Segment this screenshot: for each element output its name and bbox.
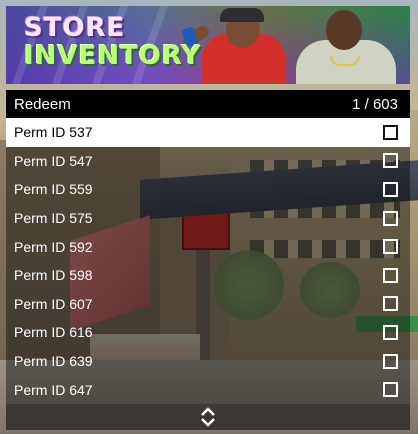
- list-item[interactable]: Perm ID 639: [6, 346, 410, 376]
- list-item[interactable]: Perm ID 559: [6, 175, 410, 204]
- list-item[interactable]: Perm ID 616: [6, 318, 410, 347]
- menu-banner: STORE INVENTORY: [6, 6, 410, 84]
- checkbox[interactable]: [383, 324, 398, 340]
- checkbox[interactable]: [383, 382, 398, 398]
- item-label: Perm ID 559: [14, 181, 93, 198]
- item-label: Perm ID 537: [14, 124, 93, 141]
- list-item[interactable]: Perm ID 598: [6, 260, 410, 290]
- item-counter: 1 / 603: [352, 95, 398, 113]
- up-down-arrows-icon: [201, 407, 215, 427]
- item-label: Perm ID 647: [14, 381, 93, 398]
- item-label: Perm ID 616: [14, 324, 93, 341]
- list-item[interactable]: Perm ID 547: [6, 146, 410, 176]
- item-label: Perm ID 598: [14, 267, 93, 284]
- list-item[interactable]: Perm ID 647: [6, 375, 410, 404]
- checkbox[interactable]: [383, 296, 398, 312]
- menu-subtitle: Redeem: [14, 95, 71, 113]
- list-item[interactable]: Perm ID 575: [6, 203, 410, 233]
- item-label: Perm ID 547: [14, 152, 93, 169]
- checkbox[interactable]: [383, 153, 398, 169]
- character-cap: [220, 8, 264, 22]
- list-item[interactable]: Perm ID 607: [6, 289, 410, 319]
- item-label: Perm ID 607: [14, 295, 93, 312]
- checkbox[interactable]: [383, 353, 398, 369]
- checkbox[interactable]: [383, 124, 398, 140]
- item-list: Perm ID 537 Perm ID 547 Perm ID 559 Perm…: [6, 118, 410, 404]
- banner-title: STORE INVENTORY: [24, 14, 214, 70]
- checkbox[interactable]: [383, 267, 398, 283]
- list-item[interactable]: Perm ID 537: [6, 118, 410, 147]
- banner-title-line1: STORE: [24, 13, 126, 43]
- scroll-indicator[interactable]: [6, 404, 410, 430]
- checkbox[interactable]: [383, 210, 398, 226]
- checkbox[interactable]: [383, 239, 398, 255]
- item-label: Perm ID 592: [14, 238, 93, 255]
- store-inventory-menu: STORE INVENTORY Redeem 1 / 603 Perm ID 5…: [6, 6, 410, 430]
- character-right-head: [326, 10, 362, 50]
- banner-title-line2: INVENTORY: [24, 41, 202, 71]
- list-item[interactable]: Perm ID 592: [6, 232, 410, 261]
- item-label: Perm ID 639: [14, 353, 93, 370]
- checkbox[interactable]: [383, 181, 398, 197]
- menu-header: Redeem 1 / 603: [6, 90, 410, 118]
- item-label: Perm ID 575: [14, 210, 93, 227]
